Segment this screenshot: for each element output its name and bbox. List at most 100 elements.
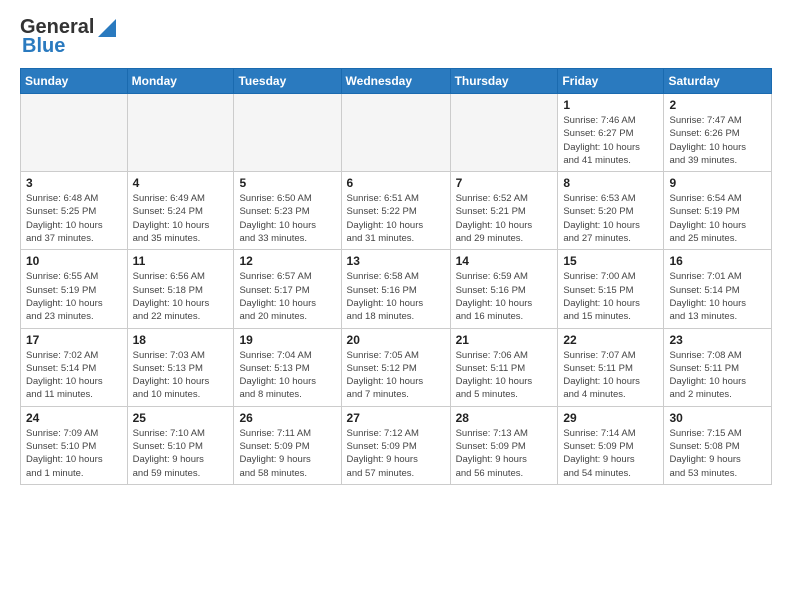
calendar-cell: 20 Sunrise: 7:05 AM Sunset: 5:12 PM Dayli…: [341, 328, 450, 406]
day-number: 13: [347, 254, 445, 268]
calendar-cell: 30 Sunrise: 7:15 AM Sunset: 5:08 PM Dayli…: [664, 406, 772, 484]
day-info: Sunrise: 7:09 AM Sunset: 5:10 PM Dayligh…: [26, 427, 122, 480]
calendar-cell: 2Sunrise: 7:47 AM Sunset: 6:26 PM Daylig…: [664, 94, 772, 172]
day-number: 10: [26, 254, 122, 268]
calendar-cell: 18Sunrise: 7:03 AM Sunset: 5:13 PM Dayli…: [127, 328, 234, 406]
day-number: 4: [133, 176, 229, 190]
calendar-cell: 12 Sunrise: 6:57 AM Sunset: 5:17 PM Dayli…: [234, 250, 341, 328]
day-number: 19: [239, 333, 335, 347]
calendar-cell: 23 Sunrise: 7:08 AM Sunset: 5:11 PM Dayli…: [664, 328, 772, 406]
calendar-week-row: 1 Sunrise: 7:46 AM Sunset: 6:27 PM Daylig…: [21, 94, 772, 172]
calendar-cell: 26 Sunrise: 7:11 AM Sunset: 5:09 PM Dayli…: [234, 406, 341, 484]
weekday-header: Tuesday: [234, 69, 341, 94]
weekday-header: Friday: [558, 69, 664, 94]
day-info: Sunrise: 6:57 AM Sunset: 5:17 PM Dayligh…: [239, 270, 335, 323]
day-number: 11: [133, 254, 229, 268]
day-info: Sunrise: 7:10 AM Sunset: 5:10 PM Dayligh…: [133, 427, 229, 480]
day-number: 16: [669, 254, 766, 268]
calendar-cell: 15Sunrise: 7:00 AM Sunset: 5:15 PM Dayli…: [558, 250, 664, 328]
day-info: Sunrise: 6:55 AM Sunset: 5:19 PM Dayligh…: [26, 270, 122, 323]
calendar: SundayMondayTuesdayWednesdayThursdayFrid…: [20, 68, 772, 485]
header: General Blue: [20, 16, 772, 58]
calendar-cell: [341, 94, 450, 172]
day-info: Sunrise: 7:03 AM Sunset: 5:13 PM Dayligh…: [133, 349, 229, 402]
weekday-header: Wednesday: [341, 69, 450, 94]
day-info: Sunrise: 7:07 AM Sunset: 5:11 PM Dayligh…: [563, 349, 658, 402]
calendar-cell: 21 Sunrise: 7:06 AM Sunset: 5:11 PM Dayli…: [450, 328, 558, 406]
weekday-header: Thursday: [450, 69, 558, 94]
day-info: Sunrise: 7:08 AM Sunset: 5:11 PM Dayligh…: [669, 349, 766, 402]
calendar-cell: 8 Sunrise: 6:53 AM Sunset: 5:20 PM Daylig…: [558, 172, 664, 250]
calendar-cell: 3 Sunrise: 6:48 AM Sunset: 5:25 PM Daylig…: [21, 172, 128, 250]
calendar-cell: 27Sunrise: 7:12 AM Sunset: 5:09 PM Dayli…: [341, 406, 450, 484]
calendar-cell: 1 Sunrise: 7:46 AM Sunset: 6:27 PM Daylig…: [558, 94, 664, 172]
page: General Blue SundayMondayTuesdayWednesda…: [0, 0, 792, 501]
day-number: 12: [239, 254, 335, 268]
calendar-cell: 17 Sunrise: 7:02 AM Sunset: 5:14 PM Dayli…: [21, 328, 128, 406]
calendar-week-row: 24 Sunrise: 7:09 AM Sunset: 5:10 PM Dayli…: [21, 406, 772, 484]
day-info: Sunrise: 7:06 AM Sunset: 5:11 PM Dayligh…: [456, 349, 553, 402]
logo-blue-text: Blue: [22, 35, 65, 58]
day-info: Sunrise: 6:58 AM Sunset: 5:16 PM Dayligh…: [347, 270, 445, 323]
calendar-cell: 25Sunrise: 7:10 AM Sunset: 5:10 PM Dayli…: [127, 406, 234, 484]
day-info: Sunrise: 7:01 AM Sunset: 5:14 PM Dayligh…: [669, 270, 766, 323]
calendar-cell: 24 Sunrise: 7:09 AM Sunset: 5:10 PM Dayli…: [21, 406, 128, 484]
calendar-cell: [127, 94, 234, 172]
day-info: Sunrise: 7:14 AM Sunset: 5:09 PM Dayligh…: [563, 427, 658, 480]
calendar-cell: 9Sunrise: 6:54 AM Sunset: 5:19 PM Daylig…: [664, 172, 772, 250]
day-info: Sunrise: 7:00 AM Sunset: 5:15 PM Dayligh…: [563, 270, 658, 323]
day-info: Sunrise: 6:48 AM Sunset: 5:25 PM Dayligh…: [26, 192, 122, 245]
day-number: 9: [669, 176, 766, 190]
calendar-cell: [234, 94, 341, 172]
day-info: Sunrise: 7:46 AM Sunset: 6:27 PM Dayligh…: [563, 114, 658, 167]
calendar-cell: 7 Sunrise: 6:52 AM Sunset: 5:21 PM Daylig…: [450, 172, 558, 250]
day-info: Sunrise: 7:05 AM Sunset: 5:12 PM Dayligh…: [347, 349, 445, 402]
day-number: 29: [563, 411, 658, 425]
day-info: Sunrise: 6:53 AM Sunset: 5:20 PM Dayligh…: [563, 192, 658, 245]
day-info: Sunrise: 7:13 AM Sunset: 5:09 PM Dayligh…: [456, 427, 553, 480]
calendar-cell: 6 Sunrise: 6:51 AM Sunset: 5:22 PM Daylig…: [341, 172, 450, 250]
day-info: Sunrise: 6:50 AM Sunset: 5:23 PM Dayligh…: [239, 192, 335, 245]
day-info: Sunrise: 6:51 AM Sunset: 5:22 PM Dayligh…: [347, 192, 445, 245]
calendar-cell: [450, 94, 558, 172]
calendar-cell: 13 Sunrise: 6:58 AM Sunset: 5:16 PM Dayli…: [341, 250, 450, 328]
day-number: 5: [239, 176, 335, 190]
day-info: Sunrise: 7:11 AM Sunset: 5:09 PM Dayligh…: [239, 427, 335, 480]
day-info: Sunrise: 6:56 AM Sunset: 5:18 PM Dayligh…: [133, 270, 229, 323]
day-number: 1: [563, 98, 658, 112]
calendar-cell: 11 Sunrise: 6:56 AM Sunset: 5:18 PM Dayli…: [127, 250, 234, 328]
calendar-week-row: 17 Sunrise: 7:02 AM Sunset: 5:14 PM Dayli…: [21, 328, 772, 406]
day-info: Sunrise: 6:59 AM Sunset: 5:16 PM Dayligh…: [456, 270, 553, 323]
day-info: Sunrise: 7:02 AM Sunset: 5:14 PM Dayligh…: [26, 349, 122, 402]
calendar-header-row: SundayMondayTuesdayWednesdayThursdayFrid…: [21, 69, 772, 94]
day-number: 8: [563, 176, 658, 190]
logo-triangle-icon: [98, 19, 116, 37]
calendar-cell: 16 Sunrise: 7:01 AM Sunset: 5:14 PM Dayli…: [664, 250, 772, 328]
day-number: 20: [347, 333, 445, 347]
weekday-header: Saturday: [664, 69, 772, 94]
calendar-cell: 10 Sunrise: 6:55 AM Sunset: 5:19 PM Dayli…: [21, 250, 128, 328]
day-number: 30: [669, 411, 766, 425]
day-info: Sunrise: 6:52 AM Sunset: 5:21 PM Dayligh…: [456, 192, 553, 245]
day-number: 6: [347, 176, 445, 190]
day-number: 26: [239, 411, 335, 425]
day-number: 21: [456, 333, 553, 347]
day-number: 24: [26, 411, 122, 425]
calendar-cell: 28Sunrise: 7:13 AM Sunset: 5:09 PM Dayli…: [450, 406, 558, 484]
calendar-cell: 4 Sunrise: 6:49 AM Sunset: 5:24 PM Daylig…: [127, 172, 234, 250]
day-number: 22: [563, 333, 658, 347]
day-number: 17: [26, 333, 122, 347]
day-number: 14: [456, 254, 553, 268]
day-number: 3: [26, 176, 122, 190]
calendar-week-row: 3 Sunrise: 6:48 AM Sunset: 5:25 PM Daylig…: [21, 172, 772, 250]
day-info: Sunrise: 6:49 AM Sunset: 5:24 PM Dayligh…: [133, 192, 229, 245]
day-info: Sunrise: 7:04 AM Sunset: 5:13 PM Dayligh…: [239, 349, 335, 402]
calendar-cell: 19 Sunrise: 7:04 AM Sunset: 5:13 PM Dayli…: [234, 328, 341, 406]
calendar-cell: 22 Sunrise: 7:07 AM Sunset: 5:11 PM Dayli…: [558, 328, 664, 406]
day-number: 27: [347, 411, 445, 425]
day-info: Sunrise: 7:15 AM Sunset: 5:08 PM Dayligh…: [669, 427, 766, 480]
calendar-cell: 14 Sunrise: 6:59 AM Sunset: 5:16 PM Dayli…: [450, 250, 558, 328]
day-number: 23: [669, 333, 766, 347]
day-number: 7: [456, 176, 553, 190]
calendar-week-row: 10 Sunrise: 6:55 AM Sunset: 5:19 PM Dayli…: [21, 250, 772, 328]
